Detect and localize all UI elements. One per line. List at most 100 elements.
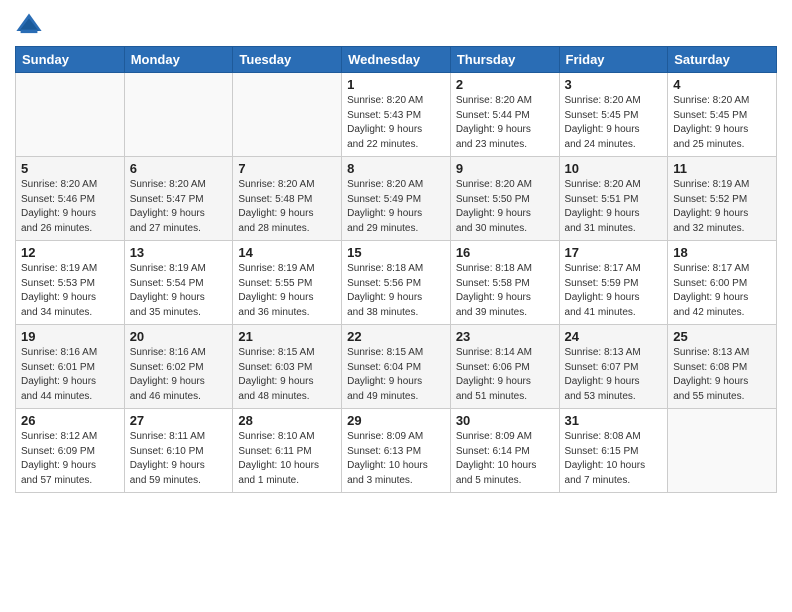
day-info: Sunrise: 8:15 AM Sunset: 6:03 PM Dayligh… (238, 346, 336, 404)
weekday-header-wednesday: Wednesday (342, 47, 451, 73)
day-info: Sunrise: 8:18 AM Sunset: 5:58 PM Dayligh… (456, 262, 554, 320)
weekday-header-sunday: Sunday (16, 47, 125, 73)
calendar-cell: 15 Sunrise: 8:18 AM Sunset: 5:56 PM Dayli… (342, 241, 451, 325)
week-row-1: 1Sunrise: 8:20 AM Sunset: 5:43 PM Daylig… (16, 73, 777, 157)
calendar-cell: 12 Sunrise: 8:19 AM Sunset: 5:53 PM Dayli… (16, 241, 125, 325)
weekday-header-row: SundayMondayTuesdayWednesdayThursdayFrid… (16, 47, 777, 73)
calendar-cell (124, 73, 233, 157)
day-info: Sunrise: 8:19 AM Sunset: 5:54 PM Dayligh… (130, 262, 228, 320)
day-number: 11 (673, 161, 771, 176)
calendar-cell: 20 Sunrise: 8:16 AM Sunset: 6:02 PM Dayli… (124, 325, 233, 409)
day-info: Sunrise: 8:09 AM Sunset: 6:13 PM Dayligh… (347, 430, 445, 488)
day-number: 4 (673, 77, 771, 92)
day-number: 26 (21, 413, 119, 428)
weekday-header-monday: Monday (124, 47, 233, 73)
day-number: 31 (565, 413, 663, 428)
day-number: 15 (347, 245, 445, 260)
day-info: Sunrise: 8:20 AM Sunset: 5:45 PM Dayligh… (565, 94, 663, 152)
day-info: Sunrise: 8:20 AM Sunset: 5:50 PM Dayligh… (456, 178, 554, 236)
day-info: Sunrise: 8:16 AM Sunset: 6:02 PM Dayligh… (130, 346, 228, 404)
day-number: 20 (130, 329, 228, 344)
day-info: Sunrise: 8:17 AM Sunset: 6:00 PM Dayligh… (673, 262, 771, 320)
day-info: Sunrise: 8:20 AM Sunset: 5:44 PM Dayligh… (456, 94, 554, 152)
day-number: 27 (130, 413, 228, 428)
day-info: Sunrise: 8:19 AM Sunset: 5:52 PM Dayligh… (673, 178, 771, 236)
week-row-2: 5Sunrise: 8:20 AM Sunset: 5:46 PM Daylig… (16, 157, 777, 241)
day-number: 25 (673, 329, 771, 344)
day-number: 6 (130, 161, 228, 176)
calendar-table: SundayMondayTuesdayWednesdayThursdayFrid… (15, 46, 777, 493)
day-number: 21 (238, 329, 336, 344)
week-row-5: 26 Sunrise: 8:12 AM Sunset: 6:09 PM Dayli… (16, 409, 777, 493)
day-info: Sunrise: 8:15 AM Sunset: 6:04 PM Dayligh… (347, 346, 445, 404)
calendar-cell (668, 409, 777, 493)
day-number: 19 (21, 329, 119, 344)
calendar-cell: 7 Sunrise: 8:20 AM Sunset: 5:48 PM Daylig… (233, 157, 342, 241)
calendar-cell: 27 Sunrise: 8:11 AM Sunset: 6:10 PM Dayli… (124, 409, 233, 493)
calendar-cell: 28Sunrise: 8:10 AM Sunset: 6:11 PM Dayli… (233, 409, 342, 493)
calendar-cell: 9 Sunrise: 8:20 AM Sunset: 5:50 PM Daylig… (450, 157, 559, 241)
calendar-cell (16, 73, 125, 157)
day-number: 5 (21, 161, 119, 176)
day-number: 10 (565, 161, 663, 176)
calendar-cell (233, 73, 342, 157)
calendar-cell: 16 Sunrise: 8:18 AM Sunset: 5:58 PM Dayli… (450, 241, 559, 325)
day-info: Sunrise: 8:11 AM Sunset: 6:10 PM Dayligh… (130, 430, 228, 488)
day-number: 2 (456, 77, 554, 92)
day-number: 9 (456, 161, 554, 176)
calendar-cell: 5Sunrise: 8:20 AM Sunset: 5:46 PM Daylig… (16, 157, 125, 241)
day-number: 28 (238, 413, 336, 428)
day-info: Sunrise: 8:20 AM Sunset: 5:45 PM Dayligh… (673, 94, 771, 152)
calendar-cell: 22 Sunrise: 8:15 AM Sunset: 6:04 PM Dayli… (342, 325, 451, 409)
day-info: Sunrise: 8:13 AM Sunset: 6:08 PM Dayligh… (673, 346, 771, 404)
calendar-cell: 6 Sunrise: 8:20 AM Sunset: 5:47 PM Daylig… (124, 157, 233, 241)
week-row-4: 19Sunrise: 8:16 AM Sunset: 6:01 PM Dayli… (16, 325, 777, 409)
day-number: 12 (21, 245, 119, 260)
calendar-cell: 18 Sunrise: 8:17 AM Sunset: 6:00 PM Dayli… (668, 241, 777, 325)
calendar-cell: 1Sunrise: 8:20 AM Sunset: 5:43 PM Daylig… (342, 73, 451, 157)
calendar-cell: 2 Sunrise: 8:20 AM Sunset: 5:44 PM Daylig… (450, 73, 559, 157)
day-number: 23 (456, 329, 554, 344)
calendar-cell: 25 Sunrise: 8:13 AM Sunset: 6:08 PM Dayli… (668, 325, 777, 409)
calendar-cell: 3Sunrise: 8:20 AM Sunset: 5:45 PM Daylig… (559, 73, 668, 157)
day-info: Sunrise: 8:13 AM Sunset: 6:07 PM Dayligh… (565, 346, 663, 404)
day-info: Sunrise: 8:17 AM Sunset: 5:59 PM Dayligh… (565, 262, 663, 320)
day-info: Sunrise: 8:20 AM Sunset: 5:51 PM Dayligh… (565, 178, 663, 236)
weekday-header-friday: Friday (559, 47, 668, 73)
calendar-cell: 8Sunrise: 8:20 AM Sunset: 5:49 PM Daylig… (342, 157, 451, 241)
day-number: 22 (347, 329, 445, 344)
day-number: 24 (565, 329, 663, 344)
calendar-cell: 19Sunrise: 8:16 AM Sunset: 6:01 PM Dayli… (16, 325, 125, 409)
day-number: 30 (456, 413, 554, 428)
day-number: 1 (347, 77, 445, 92)
day-info: Sunrise: 8:14 AM Sunset: 6:06 PM Dayligh… (456, 346, 554, 404)
day-info: Sunrise: 8:12 AM Sunset: 6:09 PM Dayligh… (21, 430, 119, 488)
weekday-header-saturday: Saturday (668, 47, 777, 73)
calendar-cell: 10 Sunrise: 8:20 AM Sunset: 5:51 PM Dayli… (559, 157, 668, 241)
day-number: 29 (347, 413, 445, 428)
day-info: Sunrise: 8:19 AM Sunset: 5:55 PM Dayligh… (238, 262, 336, 320)
calendar-cell: 23 Sunrise: 8:14 AM Sunset: 6:06 PM Dayli… (450, 325, 559, 409)
day-info: Sunrise: 8:19 AM Sunset: 5:53 PM Dayligh… (21, 262, 119, 320)
weekday-header-tuesday: Tuesday (233, 47, 342, 73)
day-info: Sunrise: 8:08 AM Sunset: 6:15 PM Dayligh… (565, 430, 663, 488)
day-info: Sunrise: 8:20 AM Sunset: 5:47 PM Dayligh… (130, 178, 228, 236)
calendar-cell: 21 Sunrise: 8:15 AM Sunset: 6:03 PM Dayli… (233, 325, 342, 409)
calendar-cell: 30 Sunrise: 8:09 AM Sunset: 6:14 PM Dayli… (450, 409, 559, 493)
day-number: 17 (565, 245, 663, 260)
calendar-cell: 29 Sunrise: 8:09 AM Sunset: 6:13 PM Dayli… (342, 409, 451, 493)
calendar-cell: 31 Sunrise: 8:08 AM Sunset: 6:15 PM Dayli… (559, 409, 668, 493)
day-info: Sunrise: 8:18 AM Sunset: 5:56 PM Dayligh… (347, 262, 445, 320)
day-number: 7 (238, 161, 336, 176)
calendar-cell: 11 Sunrise: 8:19 AM Sunset: 5:52 PM Dayli… (668, 157, 777, 241)
calendar-cell: 17 Sunrise: 8:17 AM Sunset: 5:59 PM Dayli… (559, 241, 668, 325)
day-number: 14 (238, 245, 336, 260)
logo-icon (15, 10, 43, 38)
calendar-cell: 4 Sunrise: 8:20 AM Sunset: 5:45 PM Daylig… (668, 73, 777, 157)
day-info: Sunrise: 8:09 AM Sunset: 6:14 PM Dayligh… (456, 430, 554, 488)
day-number: 16 (456, 245, 554, 260)
calendar-cell: 24 Sunrise: 8:13 AM Sunset: 6:07 PM Dayli… (559, 325, 668, 409)
day-info: Sunrise: 8:20 AM Sunset: 5:48 PM Dayligh… (238, 178, 336, 236)
day-number: 18 (673, 245, 771, 260)
calendar-cell: 13Sunrise: 8:19 AM Sunset: 5:54 PM Dayli… (124, 241, 233, 325)
